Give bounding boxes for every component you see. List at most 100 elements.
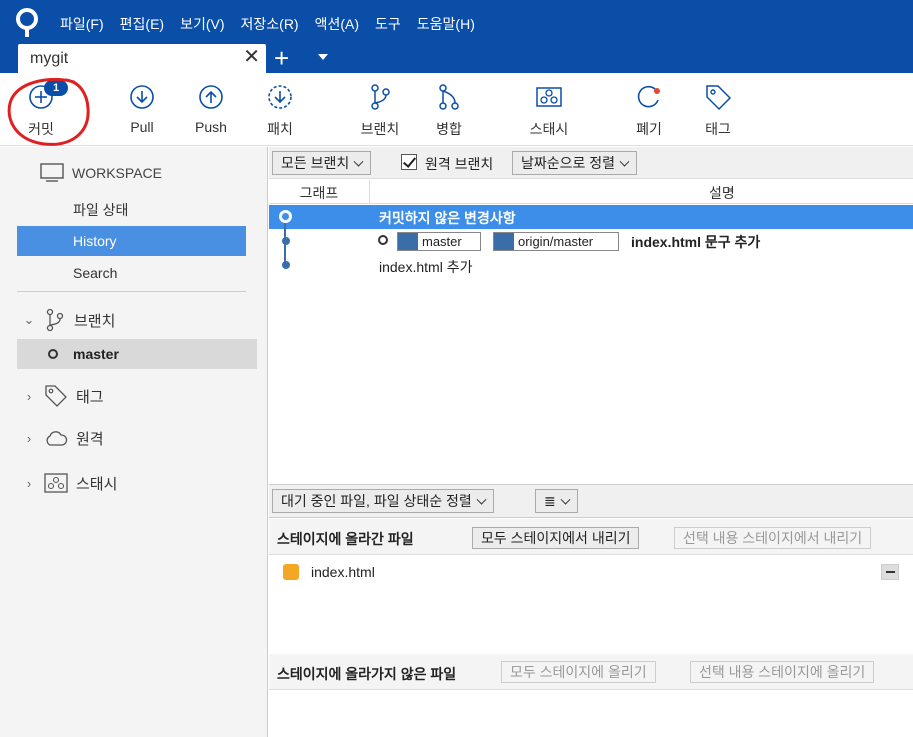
tag-label: master — [422, 234, 462, 249]
stash-label: 스태시 — [529, 121, 569, 137]
current-branch-icon — [48, 349, 58, 359]
chevron-down-icon: ⌄ — [23, 312, 35, 327]
discard-label: 폐기 — [636, 121, 662, 137]
patch-label: 패치 — [267, 121, 293, 137]
commit-button[interactable]: 1 커밋 — [6, 80, 76, 139]
remote-branches-checkbox[interactable] — [401, 154, 417, 170]
menu-repository[interactable]: 저장소(R) — [233, 12, 307, 36]
workspace-header: WORKSPACE — [40, 163, 162, 183]
patch-icon — [268, 85, 292, 109]
patch-button[interactable]: 패치 — [245, 83, 315, 139]
pending-sort-dropdown[interactable]: 대기 중인 파일, 파일 상태순 정렬 — [272, 489, 494, 513]
commit-row[interactable]: index.html 추가 — [269, 253, 913, 277]
cloud-icon — [46, 430, 68, 446]
menu-view[interactable]: 보기(V) — [172, 12, 232, 36]
tab-dropdown-icon[interactable] — [318, 54, 328, 60]
unstage-all-button[interactable]: 모두 스테이지에서 내리기 — [472, 527, 640, 549]
menu-file[interactable]: 파일(F) — [52, 12, 112, 36]
discard-button[interactable]: 폐기 — [614, 83, 684, 139]
sidebar-item-history[interactable]: History — [17, 226, 246, 256]
menu-bar: 파일(F) 편집(E) 보기(V) 저장소(R) 액션(A) 도구 도움말(H) — [52, 12, 483, 36]
menu-help[interactable]: 도움말(H) — [409, 12, 483, 36]
tags-section[interactable]: › 태그 — [22, 384, 104, 408]
push-label: Push — [195, 119, 227, 135]
graph-node-uncommitted — [279, 210, 292, 223]
pull-label: Pull — [130, 119, 154, 135]
branch-label: 브랜치 — [360, 121, 400, 137]
sidebar-item-search[interactable]: Search — [17, 258, 246, 288]
chevron-right-icon: › — [26, 475, 32, 491]
discard-icon — [637, 85, 660, 108]
remotes-section[interactable]: › 원격 — [22, 428, 104, 449]
menu-actions[interactable]: 액션(A) — [307, 12, 367, 36]
column-divider — [369, 180, 370, 204]
unstaged-files-list — [269, 690, 913, 737]
chevron-right-icon: › — [26, 388, 32, 404]
branch-icon — [46, 308, 64, 332]
branch-tag-master[interactable]: master — [397, 232, 481, 251]
commit-row[interactable]: master origin/master index.html 문구 추가 — [269, 229, 913, 253]
staged-file-row[interactable]: index.html — [269, 561, 913, 585]
branch-master[interactable]: master — [17, 339, 257, 369]
stage-all-button[interactable]: 모두 스테이지에 올리기 — [501, 661, 656, 683]
unstaged-files-title: 스테이지에 올라가지 않은 파일 — [277, 666, 457, 682]
all-branches-dropdown[interactable]: 모든 브랜치 — [272, 151, 372, 175]
modified-file-icon — [283, 564, 299, 580]
stash-icon — [536, 87, 562, 107]
toolbar: 1 커밋 Pull Push 패치 브랜치 병합 스태시 폐기 태그 — [0, 73, 913, 146]
sidebar-item-file-status[interactable]: 파일 상태 — [17, 195, 246, 225]
chevron-down-icon — [619, 156, 630, 167]
unstage-selected-button[interactable]: 선택 내용 스테이지에서 내리기 — [674, 527, 872, 549]
staged-files-header: 스테이지에 올라간 파일 모두 스테이지에서 내리기 선택 내용 스테이지에서 … — [269, 519, 913, 555]
remote-branches-label: 원격 브랜치 — [425, 156, 494, 172]
branch-icon — [398, 233, 418, 250]
stash-icon — [44, 473, 68, 493]
push-button[interactable]: Push — [176, 83, 246, 135]
stage-selected-button[interactable]: 선택 내용 스테이지에 올리기 — [690, 661, 875, 683]
branch-name: master — [73, 346, 119, 362]
commit-message: index.html 문구 추가 — [631, 234, 761, 250]
description-column-header[interactable]: 설명 — [709, 183, 735, 203]
close-icon[interactable]: ✕ — [243, 47, 260, 67]
chevron-down-icon — [353, 156, 364, 167]
branches-section[interactable]: ⌄ 브랜치 — [22, 308, 115, 332]
view-mode-dropdown[interactable]: ≣ — [535, 489, 578, 513]
new-tab-icon[interactable]: + — [274, 44, 289, 72]
branch-tag-origin-master[interactable]: origin/master — [493, 232, 619, 251]
sidebar-divider — [17, 291, 246, 292]
commit-row-uncommitted[interactable]: 커밋하지 않은 변경사항 — [269, 205, 913, 229]
stash-button[interactable]: 스태시 — [514, 83, 584, 139]
sort-dropdown[interactable]: 날짜순으로 정렬 — [512, 151, 638, 175]
sourcetree-logo-icon — [16, 8, 38, 37]
workspace-label: WORKSPACE — [72, 165, 162, 181]
commit-message: index.html 추가 — [379, 259, 473, 275]
head-marker-icon — [378, 235, 388, 245]
monitor-icon — [40, 163, 64, 182]
tag-button[interactable]: 태그 — [683, 83, 753, 139]
merge-icon — [439, 84, 459, 110]
pending-files-bar: 대기 중인 파일, 파일 상태순 정렬 ≣ — [269, 484, 913, 518]
tab-strip: mygit ✕ + — [0, 44, 913, 73]
pending-sort-label: 대기 중인 파일, 파일 상태순 정렬 — [281, 493, 472, 509]
push-icon — [199, 85, 223, 109]
menu-edit[interactable]: 편집(E) — [112, 12, 172, 36]
unstaged-files-header: 스테이지에 올라가지 않은 파일 모두 스테이지에 올리기 선택 내용 스테이지… — [269, 654, 913, 690]
pull-button[interactable]: Pull — [107, 83, 177, 135]
stashes-label: 스태시 — [76, 475, 118, 493]
pull-icon — [130, 85, 154, 109]
commit-label: 커밋 — [28, 121, 54, 137]
list-icon: ≣ — [544, 493, 556, 509]
tag-label: 태그 — [705, 121, 731, 137]
stashes-section[interactable]: › 스태시 — [22, 472, 117, 494]
unstage-file-button[interactable] — [881, 564, 899, 580]
all-branches-label: 모든 브랜치 — [281, 155, 350, 171]
tab-mygit[interactable]: mygit ✕ — [18, 44, 266, 73]
graph-column-header[interactable]: 그래프 — [269, 183, 369, 203]
chevron-right-icon: › — [26, 431, 32, 446]
merge-button[interactable]: 병합 — [414, 83, 484, 139]
history-column-header: 그래프 설명 — [269, 180, 913, 204]
remotes-label: 원격 — [76, 431, 104, 448]
menu-tools[interactable]: 도구 — [367, 12, 409, 36]
history-filter-bar: 모든 브랜치 원격 브랜치 날짜순으로 정렬 — [269, 147, 913, 179]
branch-button[interactable]: 브랜치 — [345, 83, 415, 139]
